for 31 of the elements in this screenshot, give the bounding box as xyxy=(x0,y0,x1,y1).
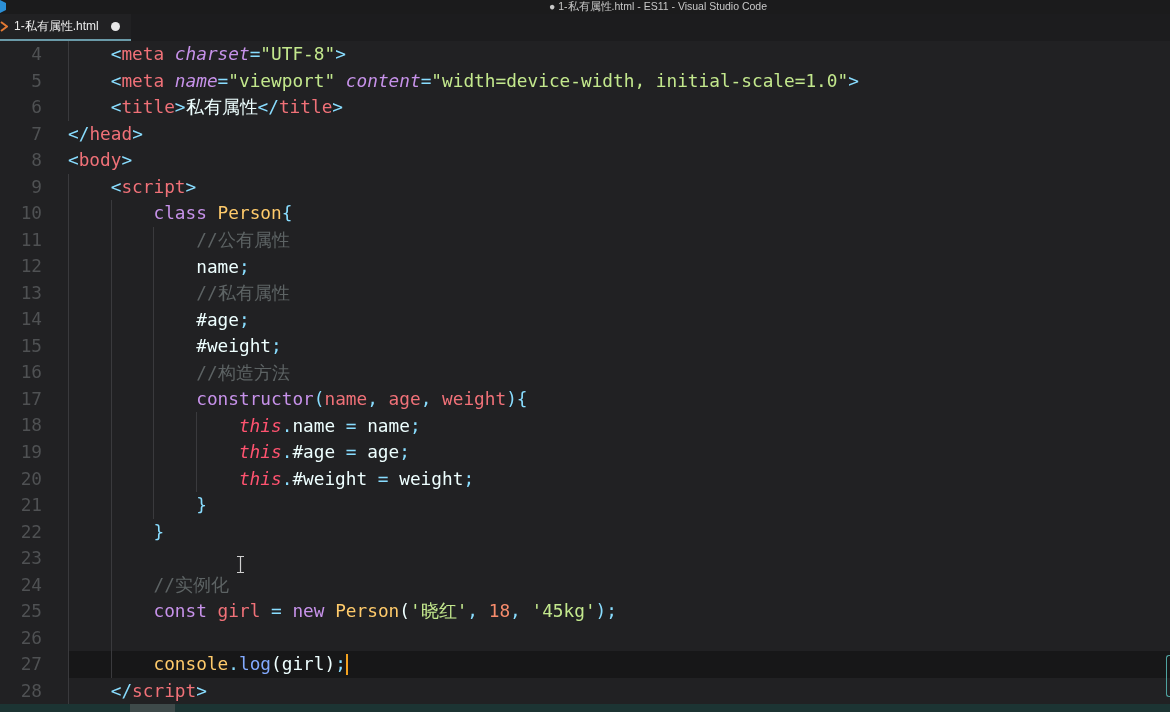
code-line: #age; xyxy=(196,308,250,331)
logo-icon xyxy=(0,0,6,13)
code-line: //实例化 xyxy=(153,573,229,596)
code-line: name; xyxy=(196,255,250,278)
code-line: //私有属性 xyxy=(196,282,290,305)
code-line: constructor(name, age, weight){ xyxy=(196,388,528,411)
code-line: //构造方法 xyxy=(196,361,290,384)
code-line: this.#weight = weight; xyxy=(238,467,475,490)
scrollbar-thumb[interactable] xyxy=(130,704,175,712)
file-type-icon xyxy=(0,21,8,32)
overview-ruler-mark xyxy=(1166,655,1170,697)
code-line: console.log(girl); xyxy=(153,653,346,676)
code-line: } xyxy=(196,494,207,517)
code-line: this.name = name; xyxy=(238,414,421,437)
code-line: <title>私有属性</title> xyxy=(110,96,344,119)
code-line: <meta charset="UTF-8"> xyxy=(110,43,346,66)
editor-tab[interactable]: 1-私有属性.html xyxy=(0,14,131,41)
code-line: } xyxy=(153,520,165,543)
code-line: //公有属性 xyxy=(196,229,290,251)
code-line: #weight; xyxy=(196,335,282,358)
code-line: const girl = new Person('晓红', 18, '45kg'); xyxy=(153,600,617,623)
code-line: </head> xyxy=(68,122,143,145)
code-line: <body> xyxy=(68,149,133,172)
code-line: <script> xyxy=(110,175,197,198)
code-line: <meta name="viewport" content="width=device-width, initial-scale=1.0"> xyxy=(110,69,859,92)
code-line: class Person{ xyxy=(153,202,293,225)
code-line: this.#age = age; xyxy=(238,441,410,464)
window-title: ● 1-私有属性.html - ES11 - Visual Studio Code xyxy=(548,0,767,13)
i-beam-pointer-icon xyxy=(236,556,245,573)
code-line: </script> xyxy=(110,680,207,702)
text-cursor-icon xyxy=(345,654,348,675)
